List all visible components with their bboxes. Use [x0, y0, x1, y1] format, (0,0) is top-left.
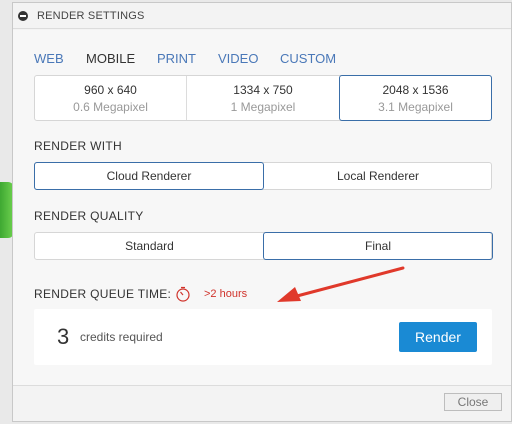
- tab-custom[interactable]: CUSTOM: [280, 51, 336, 66]
- resolution-size: 2048 x 1536: [382, 83, 449, 97]
- resolution-size: 960 x 640: [84, 83, 137, 97]
- tab-web[interactable]: WEB: [34, 51, 64, 66]
- render-with-label: RENDER WITH: [34, 139, 122, 153]
- credits-panel: 3 credits required Render: [34, 309, 492, 365]
- cloud-renderer-option[interactable]: Cloud Renderer: [34, 162, 264, 190]
- collapse-icon[interactable]: [18, 11, 28, 21]
- resolution-size: 1334 x 750: [233, 83, 293, 97]
- annotation-arrow: [277, 266, 405, 302]
- dialog-footer: Close: [13, 385, 511, 421]
- local-renderer-option[interactable]: Local Renderer: [264, 163, 492, 189]
- tab-mobile[interactable]: MOBILE: [86, 51, 135, 66]
- tab-print[interactable]: PRINT: [157, 51, 196, 66]
- render-button[interactable]: Render: [399, 322, 477, 352]
- final-quality-option[interactable]: Final: [263, 232, 493, 260]
- title-bar: RENDER SETTINGS: [13, 3, 511, 29]
- quality-selector: Standard Final: [34, 232, 493, 260]
- render-settings-dialog: RENDER SETTINGS WEB MOBILE PRINT VIDEO C…: [12, 2, 512, 422]
- resolution-megapixels: 0.6 Megapixel: [73, 100, 148, 114]
- credits-count: 3: [57, 324, 70, 349]
- tab-video[interactable]: VIDEO: [218, 51, 258, 66]
- resolution-megapixels: 3.1 Megapixel: [378, 100, 453, 114]
- resolution-option-2048x1536[interactable]: 2048 x 1536 3.1 Megapixel: [339, 75, 492, 121]
- timer-icon: [176, 286, 190, 302]
- option-label: Cloud Renderer: [106, 169, 192, 183]
- close-button[interactable]: Close: [444, 393, 502, 411]
- dialog-content: WEB MOBILE PRINT VIDEO CUSTOM 960 x 640 …: [13, 30, 511, 385]
- option-label: Standard: [125, 239, 174, 253]
- option-label: Local Renderer: [336, 169, 420, 183]
- render-queue-time: >2 hours: [204, 288, 248, 300]
- render-quality-label: RENDER QUALITY: [34, 209, 144, 223]
- renderer-selector: Cloud Renderer Local Renderer: [34, 162, 492, 190]
- credits-label: credits required: [80, 330, 163, 344]
- resolution-megapixels: 1 Megapixel: [230, 100, 296, 114]
- resolution-selector: 960 x 640 0.6 Megapixel 1334 x 750 1 Meg…: [34, 75, 492, 121]
- standard-quality-option[interactable]: Standard: [35, 233, 264, 259]
- option-label: Final: [364, 239, 391, 253]
- render-queue-label: RENDER QUEUE TIME:: [34, 287, 172, 301]
- resolution-option-960x640[interactable]: 960 x 640 0.6 Megapixel: [35, 76, 186, 120]
- resolution-option-1334x750[interactable]: 1334 x 750 1 Megapixel: [186, 76, 339, 120]
- dialog-title: RENDER SETTINGS: [37, 10, 145, 22]
